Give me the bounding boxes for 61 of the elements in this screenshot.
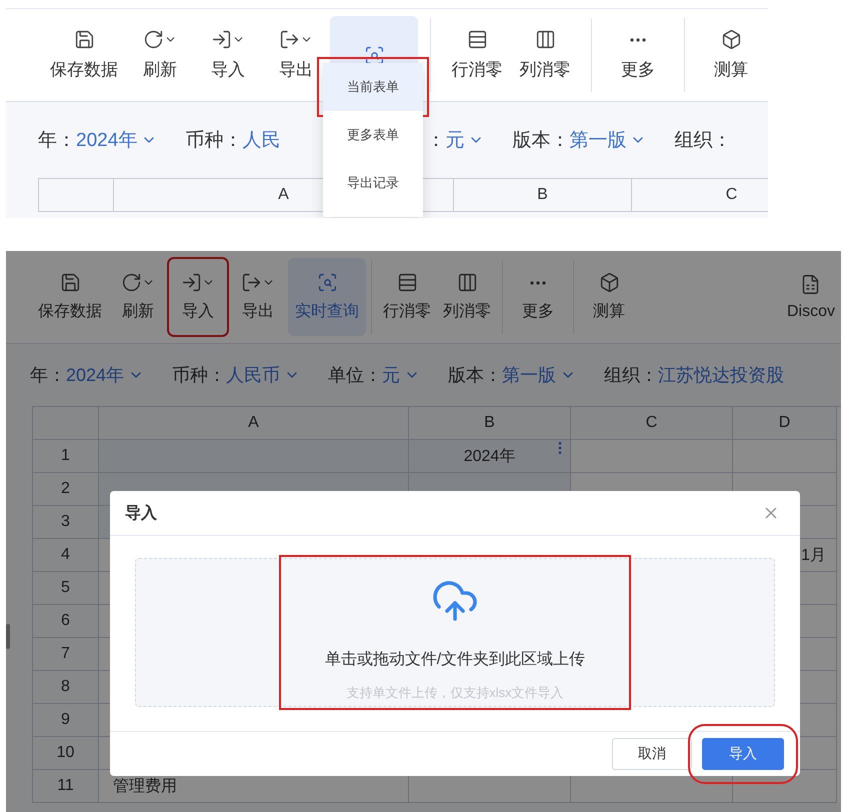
filter-label: 组织： [604, 364, 658, 388]
filter-label: 单位： [328, 364, 382, 388]
column-header: B [409, 407, 571, 440]
toolbar-button[interactable]: 保存数据 [42, 16, 126, 94]
filter-dropdown[interactable]: 人民 [242, 127, 280, 153]
menu-item[interactable]: 更多表单 [323, 111, 423, 159]
toolbar-button[interactable]: 保存数据 [32, 258, 108, 336]
toolbar-button[interactable]: 刷新 [108, 258, 168, 336]
row-number: 8 [33, 671, 99, 704]
filter-dropdown[interactable]: 2024年 [66, 363, 144, 388]
filter-label: ： [426, 129, 446, 153]
filter-label: 币种： [172, 364, 226, 388]
toolbar-button[interactable]: 导入 [194, 16, 262, 94]
toolbar-button[interactable]: 测算 [697, 16, 765, 94]
row-number: 11 [33, 770, 99, 804]
toolbar-button[interactable]: Discov [780, 258, 841, 336]
row-number: 9 [33, 704, 99, 738]
filter-dropdown[interactable]: 江苏悦达投资股 [658, 363, 784, 388]
filter-dropdown[interactable]: 元 [382, 363, 420, 388]
toolbar-button[interactable]: 更多 [604, 16, 672, 94]
filter-dropdown[interactable]: 2024年 [76, 127, 158, 153]
filter-label: 版本： [512, 129, 570, 153]
filter-label: 年： [38, 129, 76, 153]
row-number: 5 [33, 572, 99, 606]
column-header: B [454, 179, 632, 212]
row-number: 6 [33, 605, 99, 638]
dialog-title: 导入 [125, 503, 157, 524]
column-header: D [733, 407, 837, 440]
filter-dropdown[interactable]: 元 [445, 127, 484, 153]
menu-item[interactable]: 导出记录 [323, 159, 423, 207]
import-button[interactable]: 导入 [702, 738, 784, 770]
row-number: 3 [33, 506, 99, 540]
row-number: 4 [33, 539, 99, 572]
filter-label: 年： [30, 364, 66, 388]
toolbar-button[interactable]: 导入 [168, 258, 228, 336]
toolbar-button[interactable]: 刷新 [126, 16, 194, 94]
row-number: 7 [33, 638, 99, 672]
toolbar-button[interactable]: 列消零 [437, 258, 497, 336]
toolbar-button[interactable]: 更多 [508, 258, 568, 336]
menu-item[interactable]: 当前表单 [323, 63, 423, 111]
column-header: C [571, 407, 733, 440]
upload-text: 单击或拖动文件/文件夹到此区域上传 [324, 650, 586, 670]
toolbar-button[interactable]: 实时查询 [288, 258, 366, 336]
filter-label: 组织： [674, 129, 732, 153]
filter-dropdown[interactable]: 人民币 [226, 363, 300, 388]
toolbar-button[interactable]: 测算 [579, 258, 639, 336]
toolbar-button[interactable]: 行消零 [377, 258, 437, 336]
toolbar-button[interactable]: 列消零 [511, 16, 579, 94]
toolbar-button[interactable]: 行消零 [443, 16, 511, 94]
filter-label: 版本： [448, 364, 502, 388]
toolbar-button[interactable]: 导出 [228, 258, 288, 336]
row-number: 2 [33, 473, 99, 506]
cancel-button[interactable]: 取消 [612, 738, 692, 770]
row-number: 10 [33, 737, 99, 770]
filter-label: 币种： [185, 129, 242, 153]
column-header: A [99, 407, 409, 440]
column-header: C [632, 179, 768, 212]
row-number: 1 [33, 440, 99, 474]
table-cell: 2024年 [409, 440, 571, 474]
filter-dropdown[interactable]: 第一版 [502, 363, 576, 388]
filter-dropdown[interactable]: 第一版 [569, 127, 646, 153]
